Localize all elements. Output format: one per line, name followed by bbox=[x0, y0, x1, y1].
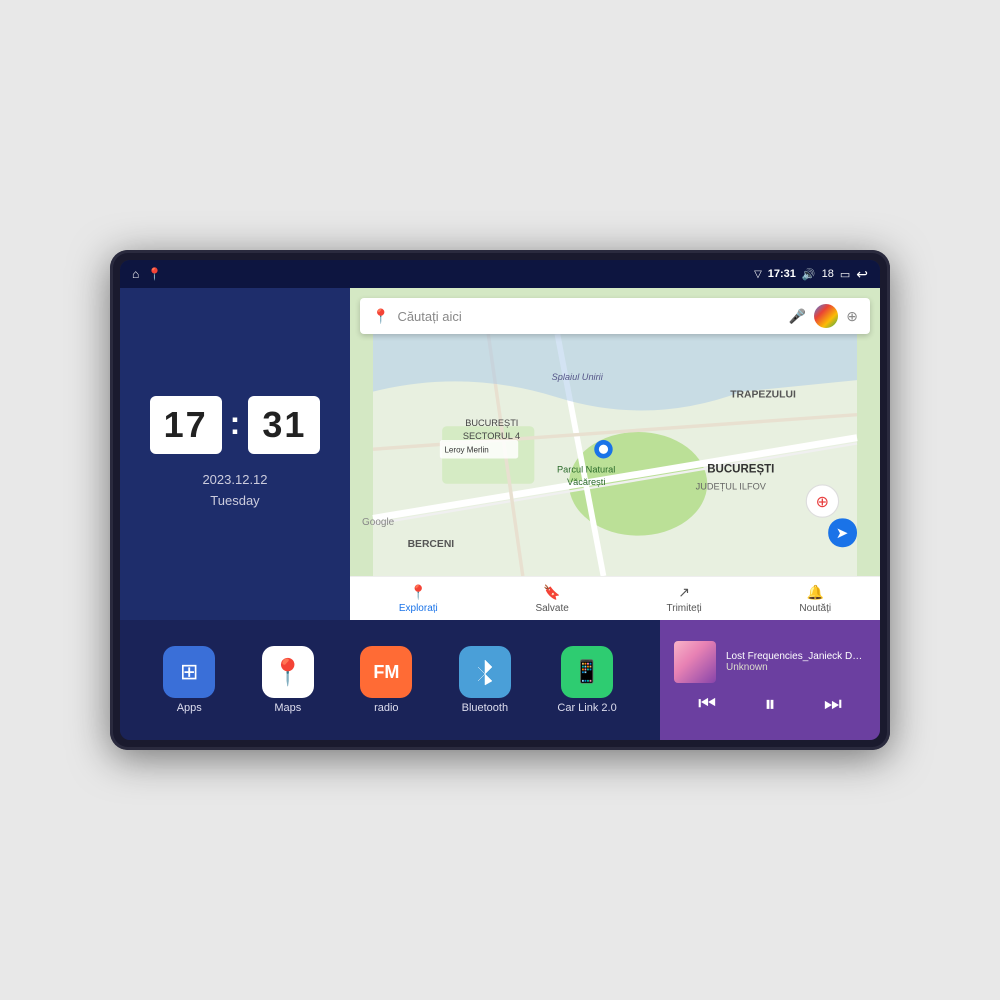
bluetooth-label: Bluetooth bbox=[462, 702, 508, 714]
app-shortcut-radio[interactable]: FM radio bbox=[360, 646, 412, 714]
music-thumbnail bbox=[674, 641, 716, 683]
prev-button[interactable]: ⏮ bbox=[698, 694, 716, 714]
carlink-label: Car Link 2.0 bbox=[557, 702, 616, 714]
map-background: TRAPEZULUI BUCUREȘTI JUDEȚUL ILFOV BERCE… bbox=[350, 334, 880, 576]
status-left-icons: ⌂ 📍 bbox=[132, 267, 162, 281]
clock-date: 2023.12.12 Tuesday bbox=[202, 470, 267, 512]
svg-text:Splaiul Unirii: Splaiul Unirii bbox=[552, 372, 604, 382]
maps-icon: 📍 bbox=[262, 646, 314, 698]
clock-panel: 17 : 31 2023.12.12 Tuesday bbox=[120, 288, 350, 620]
clock-hours: 17 bbox=[150, 396, 222, 454]
svg-text:TRAPEZULUI: TRAPEZULUI bbox=[730, 389, 796, 400]
back-icon[interactable]: ↩ bbox=[856, 266, 868, 283]
mic-icon[interactable]: 🎤 bbox=[789, 308, 806, 325]
home-icon[interactable]: ⌂ bbox=[132, 267, 139, 281]
status-right-info: ▽ 17:31 🔊 18 ▭ ↩ bbox=[754, 266, 868, 283]
maps-shortcut-icon[interactable]: 📍 bbox=[147, 267, 162, 281]
app-shortcut-maps[interactable]: 📍 Maps bbox=[262, 646, 314, 714]
google-logo: Google bbox=[362, 517, 394, 528]
map-nav-explore[interactable]: 📍 Explorați bbox=[399, 584, 438, 614]
layers-icon[interactable]: ⊕ bbox=[846, 308, 858, 325]
status-time: 17:31 bbox=[768, 268, 796, 280]
music-panel: Lost Frequencies_Janieck Devy-... Unknow… bbox=[660, 620, 880, 740]
music-info: Lost Frequencies_Janieck Devy-... Unknow… bbox=[726, 651, 866, 673]
car-screen: ⌂ 📍 ▽ 17:31 🔊 18 ▭ ↩ 17 : bbox=[120, 260, 880, 740]
map-svg: TRAPEZULUI BUCUREȘTI JUDEȚUL ILFOV BERCE… bbox=[350, 334, 880, 576]
maps-label: Maps bbox=[274, 702, 301, 714]
svg-text:Văcărești: Văcărești bbox=[567, 477, 605, 487]
svg-text:Parcul Natural: Parcul Natural bbox=[557, 464, 615, 474]
signal-icon: ▽ bbox=[754, 269, 762, 280]
map-panel[interactable]: 📍 Căutați aici 🎤 ⊕ bbox=[350, 288, 880, 620]
battery-icon: ▭ bbox=[840, 268, 850, 281]
map-nav-news[interactable]: 🔔 Noutăți bbox=[799, 584, 831, 614]
bottom-section: ⊞ Apps 📍 Maps FM radio bbox=[120, 620, 880, 740]
clock-display: 17 : 31 bbox=[150, 396, 321, 454]
apps-icon: ⊞ bbox=[163, 646, 215, 698]
bluetooth-icon bbox=[459, 646, 511, 698]
map-search-bar[interactable]: 📍 Căutați aici 🎤 ⊕ bbox=[360, 298, 870, 334]
music-title: Lost Frequencies_Janieck Devy-... bbox=[726, 651, 866, 662]
volume-icon: 🔊 bbox=[802, 268, 816, 281]
status-bar: ⌂ 📍 ▽ 17:31 🔊 18 ▭ ↩ bbox=[120, 260, 880, 288]
svg-text:BUCUREȘTI: BUCUREȘTI bbox=[465, 418, 518, 428]
app-shortcut-carlink[interactable]: 📱 Car Link 2.0 bbox=[557, 646, 616, 714]
play-pause-button[interactable]: ⏸ bbox=[764, 693, 775, 715]
music-top: Lost Frequencies_Janieck Devy-... Unknow… bbox=[674, 641, 866, 683]
top-section: 17 : 31 2023.12.12 Tuesday 📍 Căutați aic… bbox=[120, 288, 880, 620]
svg-text:BERCENI: BERCENI bbox=[408, 539, 455, 550]
next-button[interactable]: ⏭ bbox=[824, 694, 842, 714]
svg-text:SECTORUL 4: SECTORUL 4 bbox=[463, 431, 520, 441]
radio-label: radio bbox=[374, 702, 398, 714]
map-nav-saved[interactable]: 🔖 Salvate bbox=[535, 584, 568, 614]
map-bottom-bar: 📍 Explorați 🔖 Salvate ↗ Trimiteți 🔔 bbox=[350, 576, 880, 620]
app-shortcut-apps[interactable]: ⊞ Apps bbox=[163, 646, 215, 714]
radio-icon: FM bbox=[360, 646, 412, 698]
apps-section: ⊞ Apps 📍 Maps FM radio bbox=[120, 620, 660, 740]
map-pin-icon: 📍 bbox=[372, 308, 389, 325]
map-search-placeholder: Căutați aici bbox=[397, 309, 780, 324]
music-controls: ⏮ ⏸ ⏭ bbox=[674, 689, 866, 719]
svg-text:JUDEȚUL ILFOV: JUDEȚUL ILFOV bbox=[696, 482, 767, 492]
map-nav-share[interactable]: ↗ Trimiteți bbox=[667, 584, 702, 614]
svg-text:Leroy Merlin: Leroy Merlin bbox=[444, 446, 488, 455]
car-display-device: ⌂ 📍 ▽ 17:31 🔊 18 ▭ ↩ 17 : bbox=[110, 250, 890, 750]
apps-label: Apps bbox=[177, 702, 202, 714]
clock-minutes: 31 bbox=[248, 396, 320, 454]
user-avatar[interactable] bbox=[814, 304, 838, 328]
svg-text:➤: ➤ bbox=[836, 525, 849, 542]
app-shortcut-bluetooth[interactable]: Bluetooth bbox=[459, 646, 511, 714]
music-artist: Unknown bbox=[726, 662, 866, 673]
battery-level: 18 bbox=[822, 268, 834, 280]
svg-text:⊕: ⊕ bbox=[816, 493, 830, 511]
main-area: 17 : 31 2023.12.12 Tuesday 📍 Căutați aic… bbox=[120, 288, 880, 740]
clock-colon: : bbox=[230, 405, 241, 442]
carlink-icon: 📱 bbox=[561, 646, 613, 698]
svg-text:BUCUREȘTI: BUCUREȘTI bbox=[707, 463, 774, 475]
